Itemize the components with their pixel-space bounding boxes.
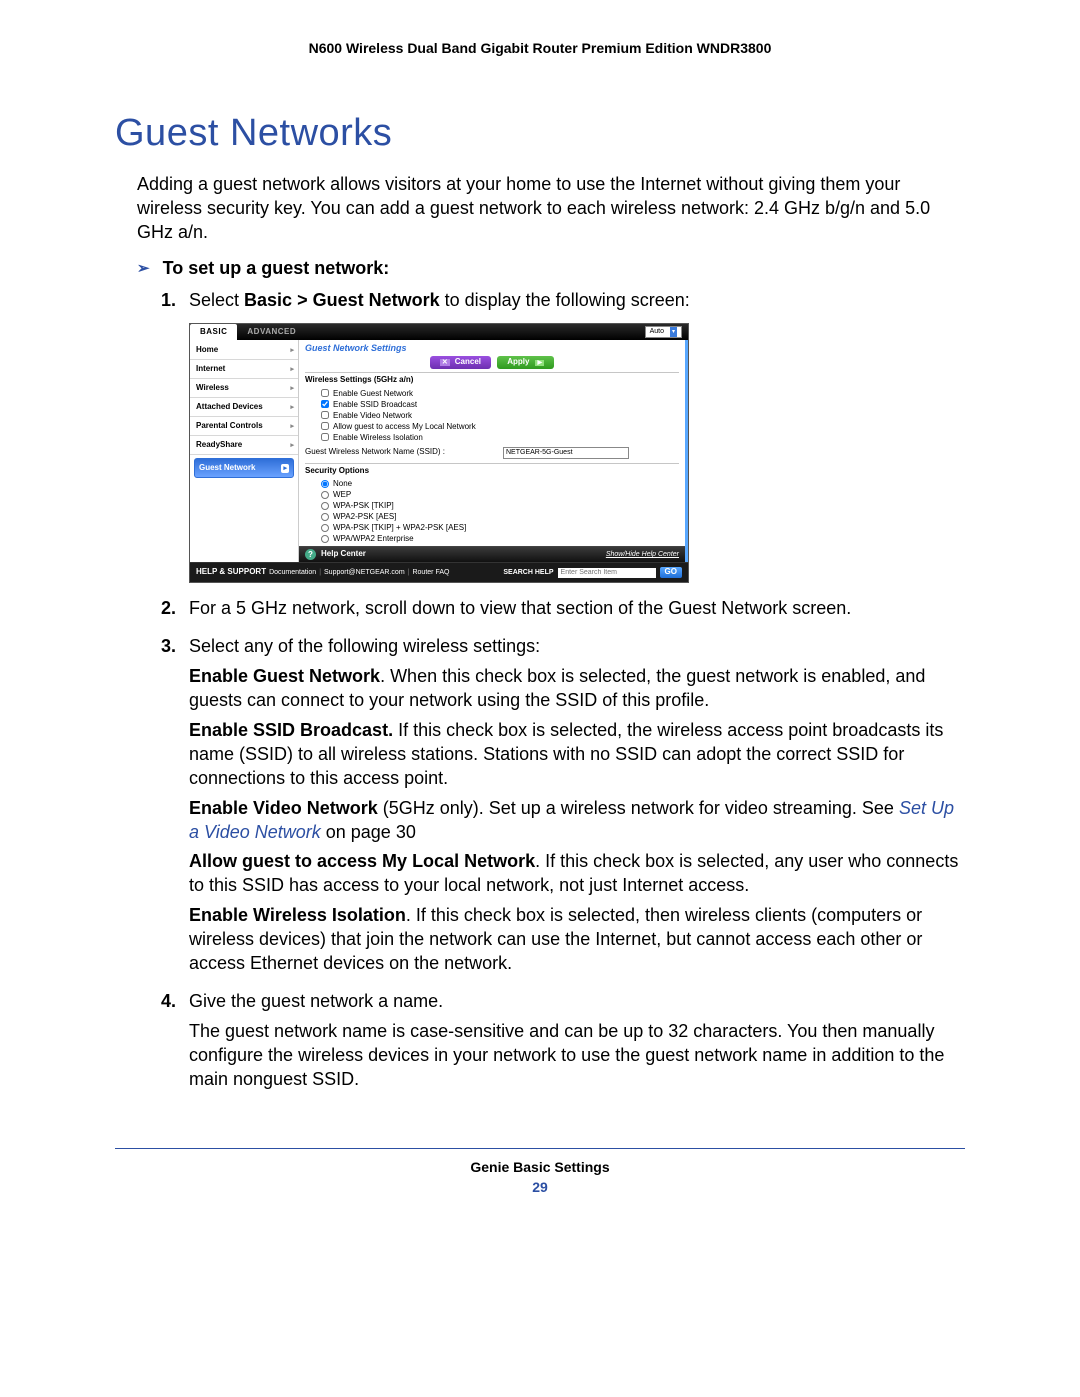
support-label: HELP & SUPPORT xyxy=(196,567,266,578)
refresh-select[interactable]: Auto ▾ xyxy=(645,326,682,338)
cancel-button[interactable]: Cancel xyxy=(430,356,491,369)
step-4: Give the guest network a name. The guest… xyxy=(161,990,965,1092)
radio-wpa-ent[interactable]: WPA/WPA2 Enterprise xyxy=(321,533,679,544)
caret-right-icon: ▸ xyxy=(290,346,294,355)
intro-paragraph: Adding a guest network allows visitors a… xyxy=(137,173,965,244)
caret-right-icon: ▸ xyxy=(290,365,294,374)
router-screenshot: BASIC ADVANCED Auto ▾ Home▸ Internet▸ Wir… xyxy=(189,323,689,583)
help-center-label[interactable]: Help Center xyxy=(321,550,366,559)
refresh-select-label: Auto xyxy=(650,327,664,337)
step-1-bold: Basic > Guest Network xyxy=(244,290,440,310)
sidebar-item-guest-network[interactable]: Guest Network▸ xyxy=(194,458,294,478)
caret-right-icon: ▸ xyxy=(290,403,294,412)
toggle-help-link[interactable]: Show/Hide Help Center xyxy=(606,550,679,559)
task-heading-text: To set up a guest network: xyxy=(163,258,390,278)
sidebar-item-home[interactable]: Home▸ xyxy=(190,341,298,360)
ssid-input[interactable] xyxy=(503,447,629,459)
step-1: Select Basic > Guest Network to display … xyxy=(161,289,965,583)
tab-basic[interactable]: BASIC xyxy=(190,324,237,340)
caret-right-icon: ▸ xyxy=(290,441,294,450)
support-link-email[interactable]: Support@NETGEAR.com xyxy=(324,568,405,577)
cb-enable-iso[interactable]: Enable Wireless Isolation xyxy=(321,432,679,443)
chevron-down-icon: ▾ xyxy=(670,327,677,337)
tab-advanced[interactable]: ADVANCED xyxy=(237,324,306,340)
cb-enable-ssid[interactable]: Enable SSID Broadcast xyxy=(321,399,679,410)
radio-wpa-tkip[interactable]: WPA-PSK [TKIP] xyxy=(321,500,679,511)
caret-right-icon: ▸ xyxy=(281,464,289,473)
support-link-faq[interactable]: Router FAQ xyxy=(412,568,449,577)
step-3: Select any of the following wireless set… xyxy=(161,635,965,976)
section-5g-label: Wireless Settings (5GHz a/n) xyxy=(299,373,685,388)
page-number: 29 xyxy=(115,1179,965,1195)
footer-separator xyxy=(115,1148,965,1149)
caret-right-icon: ▸ xyxy=(290,422,294,431)
task-heading: ➢ To set up a guest network: xyxy=(137,258,965,279)
sidebar-item-parental[interactable]: Parental Controls▸ xyxy=(190,417,298,436)
arrow-icon: ➢ xyxy=(137,260,150,277)
step-1-suffix: to display the following screen: xyxy=(440,290,690,310)
main-panel: Guest Network Settings Cancel Apply Wire… xyxy=(299,340,688,562)
radio-wpa2-aes[interactable]: WPA2-PSK [AES] xyxy=(321,511,679,522)
document-footer: Genie Basic Settings xyxy=(115,1159,965,1175)
sidebar-item-attached[interactable]: Attached Devices▸ xyxy=(190,398,298,417)
support-link-docs[interactable]: Documentation xyxy=(269,568,316,577)
sidebar-item-readyshare[interactable]: ReadyShare▸ xyxy=(190,436,298,455)
search-help-label: SEARCH HELP xyxy=(503,568,553,577)
cb-enable-video[interactable]: Enable Video Network xyxy=(321,410,679,421)
cb-enable-guest[interactable]: Enable Guest Network xyxy=(321,388,679,399)
security-label: Security Options xyxy=(299,464,685,479)
sidebar: Home▸ Internet▸ Wireless▸ Attached Devic… xyxy=(190,340,299,562)
search-help-input[interactable] xyxy=(558,568,656,578)
step-1-prefix: Select xyxy=(189,290,244,310)
cb-allow-local[interactable]: Allow guest to access My Local Network xyxy=(321,421,679,432)
caret-right-icon: ▸ xyxy=(290,384,294,393)
document-header: N600 Wireless Dual Band Gigabit Router P… xyxy=(115,40,965,56)
sidebar-item-wireless[interactable]: Wireless▸ xyxy=(190,379,298,398)
step-2: For a 5 GHz network, scroll down to view… xyxy=(161,597,965,621)
sidebar-item-internet[interactable]: Internet▸ xyxy=(190,360,298,379)
apply-button[interactable]: Apply xyxy=(497,356,554,369)
radio-wep[interactable]: WEP xyxy=(321,489,679,500)
go-button[interactable]: GO xyxy=(660,567,682,578)
support-bar: HELP & SUPPORT Documentation| Support@NE… xyxy=(190,562,688,582)
help-icon: ? xyxy=(305,549,316,560)
tab-bar: BASIC ADVANCED Auto ▾ xyxy=(190,324,688,340)
panel-title: Guest Network Settings xyxy=(299,340,685,355)
radio-wpa-mix[interactable]: WPA-PSK [TKIP] + WPA2-PSK [AES] xyxy=(321,522,679,533)
radio-none[interactable]: None xyxy=(321,478,679,489)
section-title: Guest Networks xyxy=(115,112,965,155)
ssid-label: Guest Wireless Network Name (SSID) : xyxy=(305,447,445,458)
